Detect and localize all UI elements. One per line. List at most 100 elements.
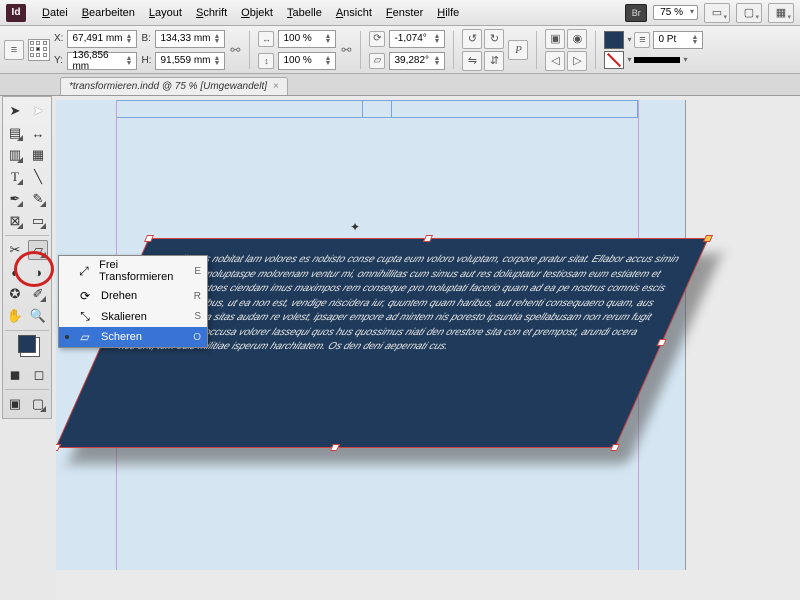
content-collector-tool[interactable]: ▥	[5, 145, 25, 165]
screen-mode-button[interactable]: ▢	[736, 3, 762, 23]
flyout-label: Frei Transformieren	[99, 259, 186, 283]
flyout-key: O	[193, 332, 201, 343]
p-orientation-icon: P	[508, 40, 528, 60]
flyout-label: Scheren	[101, 331, 142, 343]
type-tool[interactable]: T	[5, 167, 25, 187]
fill-swatch[interactable]	[604, 31, 624, 49]
free-transform-tool[interactable]: ▱	[28, 240, 48, 260]
handle-top-mid[interactable]	[423, 235, 433, 242]
zoom-dropdown[interactable]: 75 %	[653, 5, 698, 20]
close-tab-icon[interactable]: ×	[273, 81, 279, 92]
scale-y-icon: ↕	[258, 53, 274, 69]
scale-tool-icon: ⤡	[77, 309, 93, 324]
apply-color-icon[interactable]: ◼	[5, 365, 25, 385]
transform-tool-flyout: ⤢ Frei Transformieren E ⟳ Drehen R ⤡ Ska…	[58, 255, 208, 348]
stroke-style-preview[interactable]	[634, 57, 680, 63]
fill-stroke-swatch[interactable]	[5, 335, 49, 353]
rotate-ccw-icon[interactable]: ↺	[462, 29, 482, 49]
free-transform-icon: ⤢	[77, 264, 92, 279]
menu-datei[interactable]: Datei	[36, 3, 74, 23]
flyout-key: S	[194, 311, 201, 322]
menu-tabelle[interactable]: Tabelle	[281, 3, 328, 23]
constrain-wh-icon[interactable]: ⚯	[229, 43, 241, 57]
handle-top-left[interactable]	[144, 235, 154, 242]
rotation-anchor-icon[interactable]	[350, 218, 362, 230]
flip-v-icon[interactable]: ⇵	[484, 51, 504, 71]
tools-panel: ➤ ➤ ▤ ↔ ▥ ▦ T ╲ ✒ ✎ ⊠ ▭ ✂ ▱ ◐ ◑ ✪ ✐ ✋ 🔍 …	[2, 96, 52, 419]
flyout-label: Drehen	[101, 290, 137, 302]
pen-tool[interactable]: ✒	[5, 189, 25, 209]
select-content-icon[interactable]: ◉	[567, 29, 587, 49]
preview-mode-icon[interactable]: ▢	[28, 394, 48, 414]
gradient-feather-tool[interactable]: ◑	[28, 262, 48, 282]
document-tab[interactable]: *transformieren.indd @ 75 % [Umgewandelt…	[60, 77, 288, 95]
scale-y-field[interactable]: 100 %▲▼	[278, 52, 336, 70]
x-field[interactable]: 67,491 mm▲▼	[67, 30, 137, 48]
hand-tool[interactable]: ✋	[5, 306, 25, 326]
flyout-scale[interactable]: ⤡ Skalieren S	[59, 306, 207, 327]
no-stroke-swatch[interactable]	[604, 51, 624, 69]
menu-hilfe[interactable]: Hilfe	[431, 3, 465, 23]
shear-field[interactable]: 39,282°▲▼	[389, 52, 445, 70]
menu-layout[interactable]: Layout	[143, 3, 188, 23]
scale-x-field[interactable]: 100 %▲▼	[278, 30, 336, 48]
rotate-tool-icon: ⟳	[77, 289, 93, 303]
selection-tool[interactable]: ➤	[5, 101, 25, 121]
select-container-icon[interactable]: ▣	[545, 29, 565, 49]
rectangle-frame-tool[interactable]: ⊠	[5, 211, 25, 231]
rotate-cw-icon[interactable]: ↻	[484, 29, 504, 49]
flyout-free-transform[interactable]: ⤢ Frei Transformieren E	[59, 256, 207, 286]
select-prev-icon[interactable]: ◁	[545, 51, 565, 71]
pencil-tool[interactable]: ✎	[28, 189, 48, 209]
content-placer-tool[interactable]: ▦	[28, 145, 48, 165]
document-tab-strip: *transformieren.indd @ 75 % [Umgewandelt…	[0, 74, 800, 96]
guide-column-gap	[362, 100, 392, 118]
y-label: Y:	[54, 55, 63, 66]
document-tab-title: *transformieren.indd @ 75 % [Umgewandelt…	[69, 81, 267, 92]
menu-schrift[interactable]: Schrift	[190, 3, 233, 23]
menu-ansicht[interactable]: Ansicht	[330, 3, 378, 23]
eyedropper-tool[interactable]: ✐	[28, 284, 48, 304]
menu-fenster[interactable]: Fenster	[380, 3, 429, 23]
flip-h-icon[interactable]: ⇋	[462, 51, 482, 71]
apply-none-icon[interactable]: ◻	[29, 365, 49, 385]
arrange-docs-button[interactable]: ▦	[768, 3, 794, 23]
page-tool[interactable]: ▤	[5, 123, 25, 143]
flyout-rotate[interactable]: ⟳ Drehen R	[59, 286, 207, 306]
constrain-scale-icon[interactable]: ⚯	[340, 43, 352, 57]
fill-dd-icon[interactable]: ▾	[627, 35, 631, 44]
handle-bottom-left[interactable]	[56, 444, 61, 451]
w-label: B:	[141, 33, 151, 44]
flyout-label: Skalieren	[101, 311, 147, 323]
reference-point-grid[interactable]	[28, 39, 50, 61]
rotate-icon: ⟳	[369, 31, 385, 47]
note-tool[interactable]: ✪	[5, 284, 25, 304]
select-next-icon[interactable]: ▷	[567, 51, 587, 71]
flyout-shear[interactable]: ▱ Scheren O	[59, 327, 207, 347]
panel-menu-icon[interactable]: ≡	[4, 40, 24, 60]
menu-bearbeiten[interactable]: Bearbeiten	[76, 3, 141, 23]
normal-view-icon[interactable]: ▣	[5, 394, 25, 414]
zoom-tool[interactable]: 🔍	[28, 306, 48, 326]
view-options-button[interactable]: ▭	[704, 3, 730, 23]
shear-icon: ▱	[369, 53, 385, 69]
w-field[interactable]: 134,33 mm▲▼	[155, 30, 225, 48]
y-field[interactable]: 136,856 mm▲▼	[67, 52, 137, 70]
bridge-button[interactable]: Br	[625, 4, 647, 22]
app-icon: Id	[6, 4, 26, 22]
menu-objekt[interactable]: Objekt	[235, 3, 279, 23]
rectangle-tool[interactable]: ▭	[28, 211, 48, 231]
scale-x-icon: ↔	[258, 31, 274, 47]
direct-selection-tool[interactable]: ➤	[28, 101, 48, 121]
rotate-field[interactable]: -1,074°▲▼	[389, 30, 445, 48]
gradient-swatch-tool[interactable]: ◐	[5, 262, 25, 282]
gap-tool[interactable]: ↔	[28, 123, 48, 143]
stroke-style-dd-icon[interactable]: ▾	[683, 55, 687, 64]
handle-top-right[interactable]	[703, 235, 713, 242]
stroke-weight-field[interactable]: 0 Pt▲▼	[653, 31, 703, 49]
scissors-tool[interactable]: ✂	[5, 240, 25, 260]
x-label: X:	[54, 33, 63, 44]
line-tool[interactable]: ╲	[28, 167, 48, 187]
stroke-dd-icon[interactable]: ▾	[627, 55, 631, 64]
h-field[interactable]: 91,559 mm▲▼	[155, 52, 225, 70]
